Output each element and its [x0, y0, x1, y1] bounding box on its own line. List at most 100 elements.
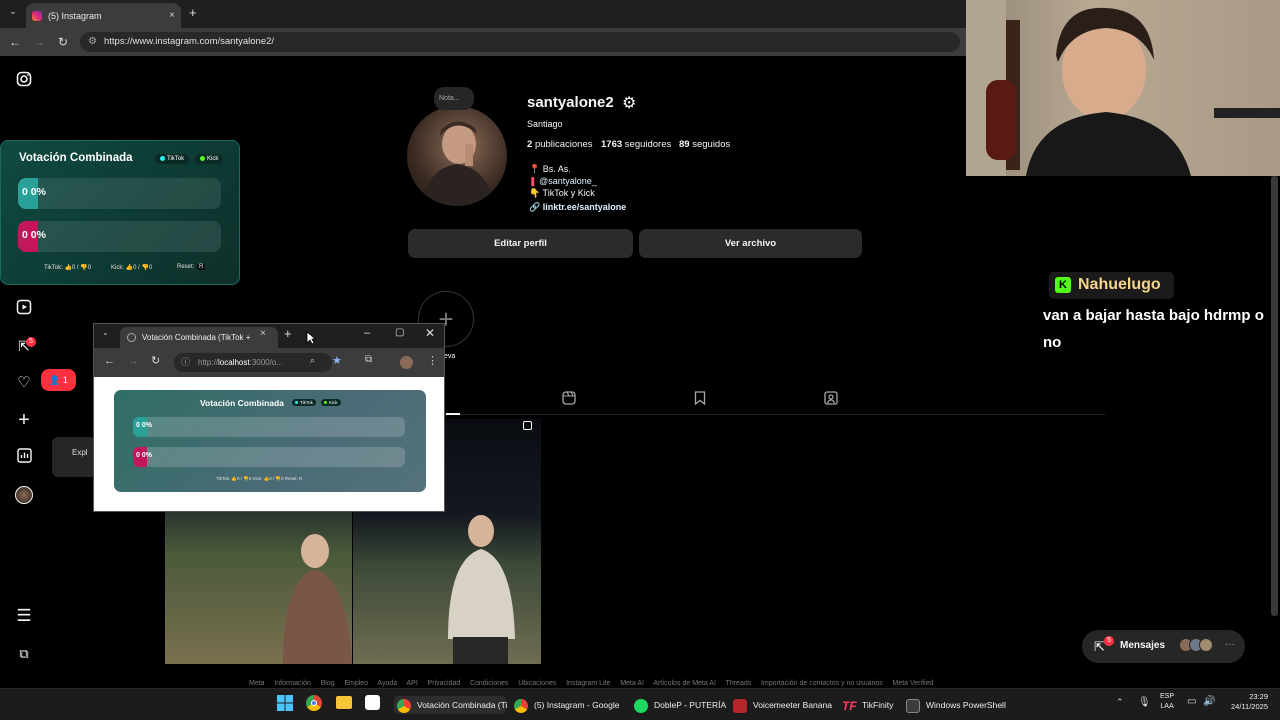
popup-tab-close-icon[interactable]: × [260, 328, 266, 339]
saved-tab-icon[interactable] [694, 391, 706, 408]
file-explorer-icon[interactable] [336, 696, 352, 709]
tray-volume-icon[interactable]: 🔊 [1203, 696, 1215, 707]
bio-mention-text: @santyalone_ [539, 176, 597, 186]
more-menu-icon[interactable]: ☰ [14, 606, 34, 626]
new-highlight-label: eva [444, 353, 456, 360]
tray-clock[interactable]: 23:29 24/11/2025 [1222, 692, 1268, 712]
footer-link[interactable]: Blog [321, 680, 335, 687]
popup-info-icon: ⓘ [181, 357, 191, 367]
popup-minimize-button[interactable]: – [364, 327, 370, 339]
taskbar-item-instagram[interactable]: (5) Instagram - Google [514, 696, 620, 714]
vote-footer-reset: Reset: [177, 264, 195, 270]
settings-gear-icon[interactable]: ⚙ [622, 93, 636, 113]
reload-icon[interactable]: ↻ [54, 33, 72, 51]
tray-language[interactable]: ESP LAA [1160, 692, 1174, 712]
app-taskbar-icon[interactable] [365, 695, 380, 710]
forward-icon[interactable]: → [30, 33, 48, 51]
footer-link[interactable]: Condiciones [470, 680, 509, 687]
popup-forward-icon[interactable]: → [128, 355, 139, 367]
taskbar-item-powershell[interactable]: Windows PowerShell [906, 696, 1006, 714]
messages-more-icon[interactable]: ··· [1225, 639, 1235, 650]
bio-mention[interactable]: ❚ @santyalone_ [529, 176, 597, 187]
taskbar-item-spotify[interactable]: DobleP - PUTERÍA [634, 696, 726, 714]
page-scrollbar[interactable] [1271, 176, 1278, 616]
profile-avatar[interactable] [407, 106, 507, 206]
explore-tooltip: Expl [52, 437, 96, 477]
footer-link[interactable]: Ayuda [377, 680, 397, 687]
popup-bookmark-star-icon[interactable]: ★ [332, 354, 342, 367]
popup-tab-search-icon[interactable]: ⌄ [102, 328, 109, 337]
taskbar-item-voicemeeter[interactable]: Voicemeeter Banana [733, 696, 832, 714]
footer-link[interactable]: Ubicaciones [518, 680, 556, 687]
followers-stat[interactable]: 1763 seguidores [601, 139, 671, 150]
popup-profile-avatar[interactable] [400, 356, 413, 369]
likes-count: 1 [62, 375, 68, 385]
popup-new-tab-button[interactable]: + [284, 326, 292, 341]
chrome-taskbar-icon[interactable] [306, 695, 322, 711]
popup-zoom-icon[interactable]: ⌕ [310, 355, 315, 366]
footer-link[interactable]: Meta Verified [893, 680, 934, 687]
popup-back-icon[interactable]: ← [104, 355, 115, 367]
start-windows-icon[interactable] [277, 695, 293, 711]
popup-menu-icon[interactable]: ⋮ [427, 354, 438, 367]
tray-mic-icon[interactable]: 🎙 [1138, 697, 1151, 708]
vote-footer-tiktok: TikTok: 👍0 / 👎0 [44, 265, 92, 271]
back-icon[interactable]: ← [6, 33, 24, 51]
kick-dot-icon [200, 156, 205, 161]
view-archive-button[interactable]: Ver archivo [639, 229, 862, 258]
popup-close-button[interactable]: ✕ [425, 326, 435, 340]
tagged-tab-icon[interactable] [824, 391, 838, 408]
likes-popup-badge[interactable]: 👤 1 [41, 369, 76, 391]
popup-url-rest: :3000/o... [249, 358, 283, 367]
popup-kick-dot-icon [324, 401, 327, 405]
footer-link[interactable]: Instagram Lite [566, 680, 610, 687]
footer-link[interactable]: Privacidad [428, 680, 461, 687]
tab-close-icon[interactable]: × [169, 10, 175, 21]
tray-date: 24/11/2025 [1231, 702, 1268, 711]
vote-bar-tiktok: 0 0% [18, 178, 221, 209]
note-text: Nota... [439, 95, 460, 102]
footer-link[interactable]: Importación de contactos y no usuarios [761, 680, 883, 687]
popup-url-bar[interactable]: ⓘ http://localhost:3000/o... [174, 353, 332, 372]
tray-network-icon[interactable]: ▭ [1187, 696, 1196, 707]
messages-pill[interactable]: ⇱ 5 Mensajes ··· [1082, 630, 1245, 663]
reels-tab-icon[interactable] [562, 391, 576, 408]
threads-icon[interactable]: ⧉ [14, 644, 34, 664]
following-stat[interactable]: 89 seguidos [679, 139, 730, 150]
reels-icon[interactable] [14, 299, 34, 319]
taskbar-item-tikfinity[interactable]: TF TikFinity [842, 696, 893, 714]
popup-extensions-icon[interactable]: ⧉ [365, 354, 372, 365]
tab-instagram[interactable]: (5) Instagram × [26, 3, 181, 28]
footer-link[interactable]: Información [274, 680, 311, 687]
dashboard-icon[interactable] [14, 448, 34, 468]
notifications-heart-icon[interactable]: ♡ [14, 373, 34, 393]
new-tab-button[interactable]: + [189, 5, 197, 20]
taskbar-item-instagram-label: (5) Instagram - Google [534, 700, 620, 710]
tray-chevron-icon[interactable]: ⌃ [1116, 697, 1124, 708]
site-info-icon[interactable]: ⚙ [88, 32, 97, 52]
url-bar[interactable]: ⚙ https://www.instagram.com/santyalone2/ [80, 32, 960, 52]
profile-avatar-small[interactable] [15, 486, 33, 504]
popup-reload-icon[interactable]: ↻ [151, 354, 160, 367]
posts-label: publicaciones [534, 139, 593, 150]
vote-footer-kick: Kick: 👍0 / 👎0 [111, 265, 153, 271]
footer-link[interactable]: Meta [249, 680, 265, 687]
footer-link[interactable]: API [407, 680, 418, 687]
instagram-logo-icon[interactable] [14, 71, 34, 91]
create-plus-icon[interactable]: + [14, 410, 34, 430]
popup-maximize-button[interactable]: ▢ [395, 327, 404, 338]
popup-tab[interactable]: Votación Combinada (TikTok + [120, 327, 278, 348]
footer-link[interactable]: Threads [726, 680, 752, 687]
taskbar-item-vote[interactable]: Votación Combinada (Ti [394, 696, 507, 714]
vote-bar-tiktok-text: 0 0% [22, 186, 46, 198]
tab-search-button[interactable]: ⌄ [6, 6, 20, 20]
footer-link[interactable]: Empleo [344, 680, 368, 687]
edit-profile-button[interactable]: Editar perfil [408, 229, 633, 258]
tooltip-text: Expl [72, 448, 88, 457]
footer-link[interactable]: Artículos de Meta AI [653, 680, 716, 687]
footer-link[interactable]: Meta AI [620, 680, 644, 687]
popup-kick-chip-label: Kick [329, 400, 338, 405]
popup-tiktok-chip: TikTok [292, 399, 316, 406]
profile-note-bubble[interactable]: Nota... [434, 87, 474, 110]
bio-link[interactable]: 🔗 linktr.ee/santyalone [529, 202, 626, 213]
